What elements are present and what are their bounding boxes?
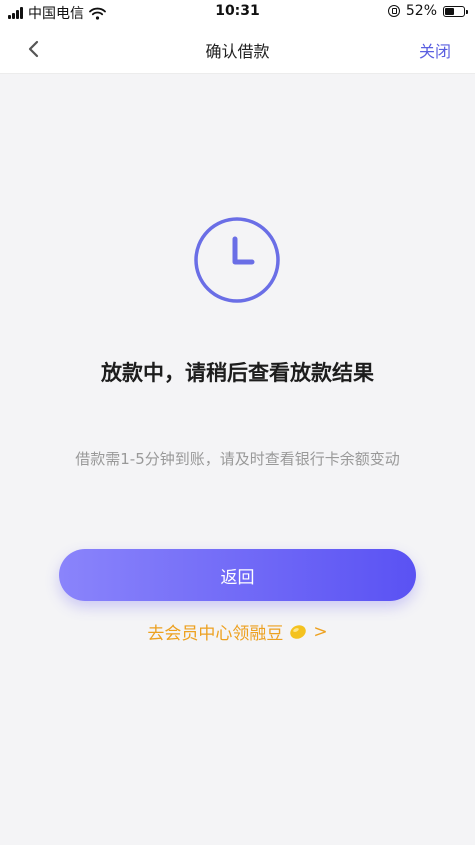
member-link-label: 去会员中心领融豆 [147,624,284,644]
status-description: 借款需1-5分钟到账，请及时查看银行卡余额变动 [75,450,400,468]
page-title: 确认借款 [205,42,270,61]
nav-bar: 确认借款 关闭 [0,24,475,74]
battery-fill [445,7,455,15]
clock-icon [194,217,280,303]
member-center-link[interactable]: 去会员中心领融豆 > [0,619,475,645]
close-button[interactable]: 关闭 [419,38,451,62]
status-title: 放款中，请稍后查看放款结果 [101,361,374,385]
battery-percent: 52% [405,3,437,19]
orientation-lock-icon [387,5,400,17]
bean-icon [290,624,307,639]
chevron-right-icon: > [313,621,328,642]
status-right: 52% [387,3,468,19]
return-button[interactable]: 返回 [59,549,416,601]
status-bar: 中国电信 10:31 52% [0,0,475,24]
battery-icon [443,5,468,17]
